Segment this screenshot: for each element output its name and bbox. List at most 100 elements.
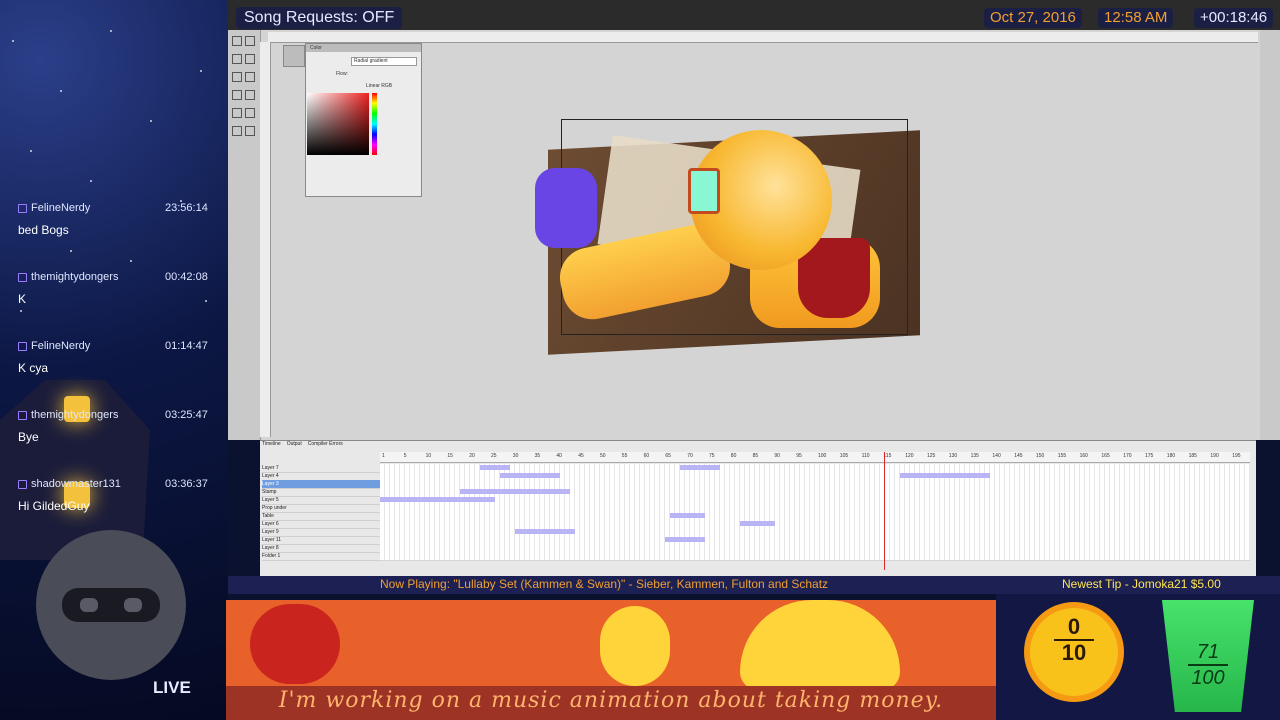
chat-message: Bye <box>18 430 39 444</box>
flow-label: Flow: <box>336 71 348 77</box>
frame-tick-label: 185 <box>1188 453 1197 459</box>
frame-tick-label: 70 <box>687 453 693 459</box>
frame-tick-label: 55 <box>621 453 628 459</box>
chat-message: K cya <box>18 361 49 375</box>
panel-collapse-icon[interactable] <box>283 45 305 67</box>
streamer-avatar <box>36 530 186 680</box>
sun-goal-counter: 0 10 <box>1030 616 1118 664</box>
frame-tick-label: 40 <box>556 453 562 459</box>
frame-tick-label: 140 <box>992 453 1001 459</box>
ruler-vertical <box>260 42 271 437</box>
chat-username[interactable]: themightydongers <box>18 271 118 283</box>
chat-username[interactable]: shadowmaster131 <box>18 478 121 490</box>
banner-caption: I'm working on a music animation about t… <box>278 688 944 713</box>
frame-tick-label: 5 <box>403 453 407 459</box>
twitch-icon <box>18 272 27 282</box>
hand-tool-icon[interactable] <box>232 126 242 136</box>
fraction-line <box>1188 664 1228 666</box>
linear-rgb-checkbox[interactable]: Linear RGB <box>366 83 392 89</box>
frame-tick-label: 100 <box>818 453 827 459</box>
color-picker-field[interactable] <box>307 93 369 155</box>
chat-username[interactable]: themightydongers <box>18 409 118 421</box>
chat-message: Hi GildedGuy <box>18 499 90 513</box>
frame-ruler[interactable]: 1 5 10 15 20 25 30 35 40 45 50 55 60 65 70 75 80 85 90 95 10… <box>380 452 1250 463</box>
now-playing-text: Now Playing: "Lullaby Set (Kammen & Swan… <box>380 577 829 591</box>
text-tool-icon[interactable] <box>245 54 255 64</box>
frame-tick-label: 95 <box>796 453 802 459</box>
stage-character-eye <box>688 168 720 214</box>
frame-tick-label: 20 <box>469 453 475 459</box>
lasso-tool-icon[interactable] <box>232 54 242 64</box>
brush-tool-icon[interactable] <box>245 90 255 100</box>
rectangle-tool-icon[interactable] <box>245 72 255 82</box>
frame-tick-label: 105 <box>839 453 849 459</box>
frame-tick-label: 150 <box>1036 453 1045 459</box>
line-tool-icon[interactable] <box>232 72 242 82</box>
bucket-tool-icon[interactable] <box>232 108 242 118</box>
twitch-icon <box>18 410 27 420</box>
newest-tip-text: Newest Tip - Jomoka21 $5.00 <box>1062 577 1221 591</box>
frame-tick-label: 180 <box>1166 453 1176 459</box>
frame-tick-label: 110 <box>861 453 870 459</box>
tab-output[interactable]: Output <box>287 441 302 450</box>
frame-tick-label: 30 <box>512 453 519 459</box>
chat-timestamp: 01:14:47 <box>165 340 208 352</box>
playhead[interactable] <box>884 452 885 570</box>
frame-tick-label: 85 <box>752 453 759 459</box>
zoom-tool-icon[interactable] <box>245 126 255 136</box>
frame-tick-label: 10 <box>425 453 432 459</box>
frame-tick-label: 45 <box>578 453 584 459</box>
frame-tick-label: 145 <box>1014 453 1023 459</box>
stage-controller-art <box>535 168 597 248</box>
hue-slider[interactable] <box>372 93 377 155</box>
banner-character-red <box>250 604 340 684</box>
timeline-tabs: Timeline Output Compiler Errors <box>262 441 343 450</box>
layer-row[interactable]: Folder 1 <box>262 552 380 561</box>
sun-goal-bottom: 10 <box>1061 640 1087 665</box>
frame-tick-label: 190 <box>1210 453 1219 459</box>
chat-username[interactable]: FelineNerdy <box>18 340 90 352</box>
frame-tick-label: 125 <box>927 453 936 459</box>
avatar-eye <box>124 598 142 612</box>
cup-goal-bottom: 100 <box>1191 667 1225 689</box>
frame-tick-label: 130 <box>948 453 958 459</box>
tab-compiler-errors[interactable]: Compiler Errors <box>308 441 343 450</box>
frame-tick-label: 135 <box>970 453 979 459</box>
frame-tick-label: 35 <box>534 453 541 459</box>
frame-tick-label: 80 <box>730 453 737 459</box>
song-requests-status: Song Requests: OFF <box>236 7 403 29</box>
pencil-tool-icon[interactable] <box>232 90 242 100</box>
tab-timeline[interactable]: Timeline <box>262 441 281 450</box>
chat-timestamp: 03:25:47 <box>165 409 208 421</box>
right-panel-strip <box>1260 30 1280 440</box>
gradient-type-select[interactable]: Radial gradient <box>351 57 417 66</box>
frame-tick-label: 160 <box>1079 453 1088 459</box>
frame-tick-label: 25 <box>491 453 497 459</box>
ruler-horizontal <box>268 32 1258 43</box>
frame-tick-label: 65 <box>665 453 671 459</box>
chat-message: bed Bogs <box>18 223 69 237</box>
banner-character-yellow <box>600 606 670 686</box>
frames-row[interactable] <box>380 552 1250 561</box>
chat-timestamp: 03:36:37 <box>165 478 208 490</box>
tools-panel <box>228 30 261 440</box>
frame-tick-label: 170 <box>1123 453 1132 459</box>
twitch-icon <box>18 341 27 351</box>
frame-tick-label: 60 <box>643 453 650 459</box>
frame-tick-label: 75 <box>709 453 715 459</box>
twitch-icon <box>18 479 27 489</box>
selection-tool-icon[interactable] <box>232 36 242 46</box>
avatar-eye <box>80 598 98 612</box>
frame-tick-label: 155 <box>1057 453 1067 459</box>
twitch-icon <box>18 203 27 213</box>
subselect-tool-icon[interactable] <box>245 36 255 46</box>
cup-goal-counter: 71 100 <box>1162 642 1254 688</box>
chat-username[interactable]: FelineNerdy <box>18 202 90 214</box>
house-illustration <box>0 380 150 560</box>
frame-tick-label: 15 <box>447 453 453 459</box>
chat-message: K <box>18 292 27 306</box>
cup-goal-top: 71 <box>1196 641 1220 663</box>
eyedropper-tool-icon[interactable] <box>245 108 255 118</box>
chat-timestamp: 00:42:08 <box>165 271 208 283</box>
frame-tick-label: 120 <box>905 453 914 459</box>
